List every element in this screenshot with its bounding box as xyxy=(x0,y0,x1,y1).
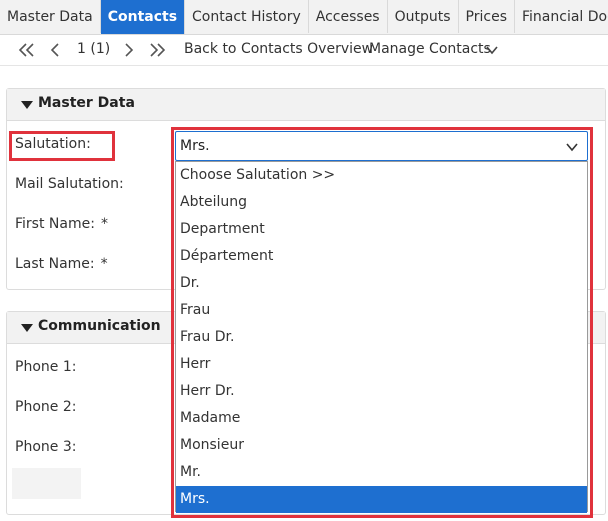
mail-salutation-label: Mail Salutation: xyxy=(15,176,124,192)
required-marker: * xyxy=(100,256,108,272)
tab-bar: Master Data Contacts Contact History Acc… xyxy=(0,0,608,35)
back-to-contacts-link[interactable]: Back to Contacts Overview xyxy=(184,41,373,57)
page-indicator: 1 (1) xyxy=(77,41,111,57)
placeholder-block xyxy=(12,468,81,499)
salutation-label-highlight xyxy=(9,131,115,161)
next-page-icon[interactable] xyxy=(118,40,138,60)
tab-financial-documents[interactable]: Financial Docume xyxy=(515,0,608,33)
required-marker: * xyxy=(100,216,108,232)
phone3-label: Phone 3: xyxy=(15,439,77,455)
phone1-label: Phone 1: xyxy=(15,359,77,375)
communication-title: Communication xyxy=(38,318,161,334)
tab-accesses[interactable]: Accesses xyxy=(309,0,388,33)
master-data-header[interactable]: Master Data xyxy=(7,89,605,121)
manage-contacts-menu[interactable]: Manage Contacts xyxy=(369,41,491,57)
tab-contacts[interactable]: Contacts xyxy=(100,0,186,34)
salutation-dropdown-highlight xyxy=(171,127,593,518)
first-page-icon[interactable] xyxy=(17,40,37,60)
prev-page-icon[interactable] xyxy=(46,40,66,60)
last-name-label: Last Name: * xyxy=(15,256,108,272)
first-name-label: First Name: * xyxy=(15,216,108,232)
chevron-down-icon[interactable] xyxy=(484,42,500,58)
tab-outputs[interactable]: Outputs xyxy=(388,0,459,33)
collapse-triangle-icon[interactable] xyxy=(21,324,33,332)
phone2-label: Phone 2: xyxy=(15,399,77,415)
tab-prices[interactable]: Prices xyxy=(459,0,515,33)
master-data-title: Master Data xyxy=(38,95,135,111)
last-page-icon[interactable] xyxy=(147,40,167,60)
last-name-label-text: Last Name: xyxy=(15,256,95,272)
tab-master-data[interactable]: Master Data xyxy=(0,0,101,33)
collapse-triangle-icon[interactable] xyxy=(21,101,33,109)
toolbar: 1 (1) Back to Contacts Overview Manage C… xyxy=(0,35,608,66)
tab-contact-history[interactable]: Contact History xyxy=(185,0,309,33)
first-name-label-text: First Name: xyxy=(15,216,95,232)
